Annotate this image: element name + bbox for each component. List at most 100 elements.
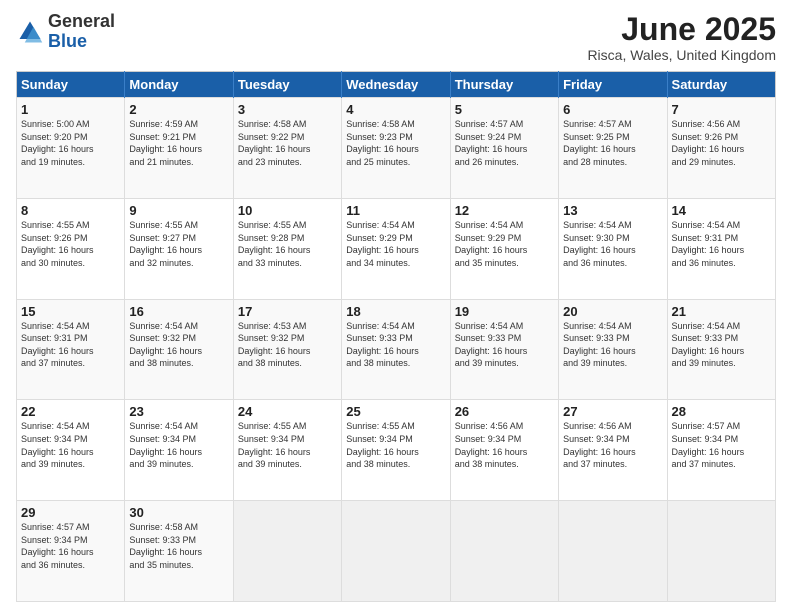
cell-day-number: 20	[563, 304, 662, 319]
cell-day-number: 28	[672, 404, 771, 419]
week-row-4: 22Sunrise: 4:54 AM Sunset: 9:34 PM Dayli…	[17, 400, 776, 501]
table-cell: 22Sunrise: 4:54 AM Sunset: 9:34 PM Dayli…	[17, 400, 125, 501]
table-cell: 27Sunrise: 4:56 AM Sunset: 9:34 PM Dayli…	[559, 400, 667, 501]
cell-info-text: Sunrise: 4:54 AM Sunset: 9:31 PM Dayligh…	[672, 219, 771, 269]
cell-info-text: Sunrise: 4:54 AM Sunset: 9:34 PM Dayligh…	[21, 420, 120, 470]
cell-day-number: 6	[563, 102, 662, 117]
cell-day-number: 25	[346, 404, 445, 419]
cell-info-text: Sunrise: 4:54 AM Sunset: 9:31 PM Dayligh…	[21, 320, 120, 370]
col-tuesday: Tuesday	[233, 72, 341, 98]
table-cell: 5Sunrise: 4:57 AM Sunset: 9:24 PM Daylig…	[450, 98, 558, 199]
cell-day-number: 27	[563, 404, 662, 419]
cell-info-text: Sunrise: 4:59 AM Sunset: 9:21 PM Dayligh…	[129, 118, 228, 168]
calendar: Sunday Monday Tuesday Wednesday Thursday…	[16, 71, 776, 602]
table-cell: 7Sunrise: 4:56 AM Sunset: 9:26 PM Daylig…	[667, 98, 775, 199]
cell-info-text: Sunrise: 4:55 AM Sunset: 9:28 PM Dayligh…	[238, 219, 337, 269]
table-cell: 29Sunrise: 4:57 AM Sunset: 9:34 PM Dayli…	[17, 501, 125, 602]
table-cell: 20Sunrise: 4:54 AM Sunset: 9:33 PM Dayli…	[559, 299, 667, 400]
cell-day-number: 11	[346, 203, 445, 218]
cell-info-text: Sunrise: 4:54 AM Sunset: 9:33 PM Dayligh…	[346, 320, 445, 370]
table-cell	[667, 501, 775, 602]
table-cell: 25Sunrise: 4:55 AM Sunset: 9:34 PM Dayli…	[342, 400, 450, 501]
logo: General Blue	[16, 12, 115, 52]
table-cell: 1Sunrise: 5:00 AM Sunset: 9:20 PM Daylig…	[17, 98, 125, 199]
cell-day-number: 3	[238, 102, 337, 117]
table-cell	[233, 501, 341, 602]
cell-info-text: Sunrise: 4:57 AM Sunset: 9:24 PM Dayligh…	[455, 118, 554, 168]
table-cell: 19Sunrise: 4:54 AM Sunset: 9:33 PM Dayli…	[450, 299, 558, 400]
cell-day-number: 1	[21, 102, 120, 117]
title-block: June 2025 Risca, Wales, United Kingdom	[587, 12, 776, 63]
header: General Blue June 2025 Risca, Wales, Uni…	[16, 12, 776, 63]
table-cell: 10Sunrise: 4:55 AM Sunset: 9:28 PM Dayli…	[233, 198, 341, 299]
cell-day-number: 8	[21, 203, 120, 218]
cell-day-number: 2	[129, 102, 228, 117]
cell-info-text: Sunrise: 4:54 AM Sunset: 9:33 PM Dayligh…	[563, 320, 662, 370]
cell-day-number: 18	[346, 304, 445, 319]
logo-general: General	[48, 11, 115, 31]
logo-text: General Blue	[48, 12, 115, 52]
cell-info-text: Sunrise: 4:55 AM Sunset: 9:26 PM Dayligh…	[21, 219, 120, 269]
cell-day-number: 7	[672, 102, 771, 117]
table-cell: 3Sunrise: 4:58 AM Sunset: 9:22 PM Daylig…	[233, 98, 341, 199]
cell-info-text: Sunrise: 4:55 AM Sunset: 9:34 PM Dayligh…	[346, 420, 445, 470]
cell-info-text: Sunrise: 4:54 AM Sunset: 9:32 PM Dayligh…	[129, 320, 228, 370]
table-cell: 21Sunrise: 4:54 AM Sunset: 9:33 PM Dayli…	[667, 299, 775, 400]
table-cell: 28Sunrise: 4:57 AM Sunset: 9:34 PM Dayli…	[667, 400, 775, 501]
cell-info-text: Sunrise: 4:56 AM Sunset: 9:34 PM Dayligh…	[563, 420, 662, 470]
cell-day-number: 30	[129, 505, 228, 520]
table-cell: 4Sunrise: 4:58 AM Sunset: 9:23 PM Daylig…	[342, 98, 450, 199]
table-cell: 15Sunrise: 4:54 AM Sunset: 9:31 PM Dayli…	[17, 299, 125, 400]
table-cell: 26Sunrise: 4:56 AM Sunset: 9:34 PM Dayli…	[450, 400, 558, 501]
table-cell: 23Sunrise: 4:54 AM Sunset: 9:34 PM Dayli…	[125, 400, 233, 501]
cell-day-number: 10	[238, 203, 337, 218]
page: General Blue June 2025 Risca, Wales, Uni…	[0, 0, 792, 612]
cell-info-text: Sunrise: 5:00 AM Sunset: 9:20 PM Dayligh…	[21, 118, 120, 168]
col-thursday: Thursday	[450, 72, 558, 98]
cell-day-number: 22	[21, 404, 120, 419]
cell-day-number: 9	[129, 203, 228, 218]
week-row-2: 8Sunrise: 4:55 AM Sunset: 9:26 PM Daylig…	[17, 198, 776, 299]
cell-day-number: 24	[238, 404, 337, 419]
subtitle: Risca, Wales, United Kingdom	[587, 47, 776, 63]
cell-info-text: Sunrise: 4:53 AM Sunset: 9:32 PM Dayligh…	[238, 320, 337, 370]
table-cell: 17Sunrise: 4:53 AM Sunset: 9:32 PM Dayli…	[233, 299, 341, 400]
week-row-1: 1Sunrise: 5:00 AM Sunset: 9:20 PM Daylig…	[17, 98, 776, 199]
cell-info-text: Sunrise: 4:55 AM Sunset: 9:27 PM Dayligh…	[129, 219, 228, 269]
cell-info-text: Sunrise: 4:54 AM Sunset: 9:30 PM Dayligh…	[563, 219, 662, 269]
logo-icon	[16, 18, 44, 46]
table-cell: 24Sunrise: 4:55 AM Sunset: 9:34 PM Dayli…	[233, 400, 341, 501]
table-cell: 16Sunrise: 4:54 AM Sunset: 9:32 PM Dayli…	[125, 299, 233, 400]
col-sunday: Sunday	[17, 72, 125, 98]
col-wednesday: Wednesday	[342, 72, 450, 98]
cell-info-text: Sunrise: 4:55 AM Sunset: 9:34 PM Dayligh…	[238, 420, 337, 470]
table-cell: 12Sunrise: 4:54 AM Sunset: 9:29 PM Dayli…	[450, 198, 558, 299]
table-cell	[342, 501, 450, 602]
table-cell: 30Sunrise: 4:58 AM Sunset: 9:33 PM Dayli…	[125, 501, 233, 602]
cell-day-number: 23	[129, 404, 228, 419]
cell-day-number: 15	[21, 304, 120, 319]
cell-info-text: Sunrise: 4:54 AM Sunset: 9:29 PM Dayligh…	[346, 219, 445, 269]
table-cell: 6Sunrise: 4:57 AM Sunset: 9:25 PM Daylig…	[559, 98, 667, 199]
col-saturday: Saturday	[667, 72, 775, 98]
cell-info-text: Sunrise: 4:54 AM Sunset: 9:29 PM Dayligh…	[455, 219, 554, 269]
cell-day-number: 21	[672, 304, 771, 319]
cell-info-text: Sunrise: 4:54 AM Sunset: 9:34 PM Dayligh…	[129, 420, 228, 470]
cell-info-text: Sunrise: 4:58 AM Sunset: 9:22 PM Dayligh…	[238, 118, 337, 168]
cell-info-text: Sunrise: 4:58 AM Sunset: 9:23 PM Dayligh…	[346, 118, 445, 168]
table-cell: 2Sunrise: 4:59 AM Sunset: 9:21 PM Daylig…	[125, 98, 233, 199]
week-row-5: 29Sunrise: 4:57 AM Sunset: 9:34 PM Dayli…	[17, 501, 776, 602]
week-row-3: 15Sunrise: 4:54 AM Sunset: 9:31 PM Dayli…	[17, 299, 776, 400]
cell-info-text: Sunrise: 4:57 AM Sunset: 9:34 PM Dayligh…	[672, 420, 771, 470]
cell-info-text: Sunrise: 4:54 AM Sunset: 9:33 PM Dayligh…	[672, 320, 771, 370]
cell-info-text: Sunrise: 4:54 AM Sunset: 9:33 PM Dayligh…	[455, 320, 554, 370]
cell-day-number: 13	[563, 203, 662, 218]
cell-day-number: 14	[672, 203, 771, 218]
table-cell: 9Sunrise: 4:55 AM Sunset: 9:27 PM Daylig…	[125, 198, 233, 299]
cell-info-text: Sunrise: 4:57 AM Sunset: 9:34 PM Dayligh…	[21, 521, 120, 571]
table-cell: 11Sunrise: 4:54 AM Sunset: 9:29 PM Dayli…	[342, 198, 450, 299]
cell-info-text: Sunrise: 4:57 AM Sunset: 9:25 PM Dayligh…	[563, 118, 662, 168]
table-cell: 18Sunrise: 4:54 AM Sunset: 9:33 PM Dayli…	[342, 299, 450, 400]
cell-day-number: 29	[21, 505, 120, 520]
cell-info-text: Sunrise: 4:56 AM Sunset: 9:26 PM Dayligh…	[672, 118, 771, 168]
